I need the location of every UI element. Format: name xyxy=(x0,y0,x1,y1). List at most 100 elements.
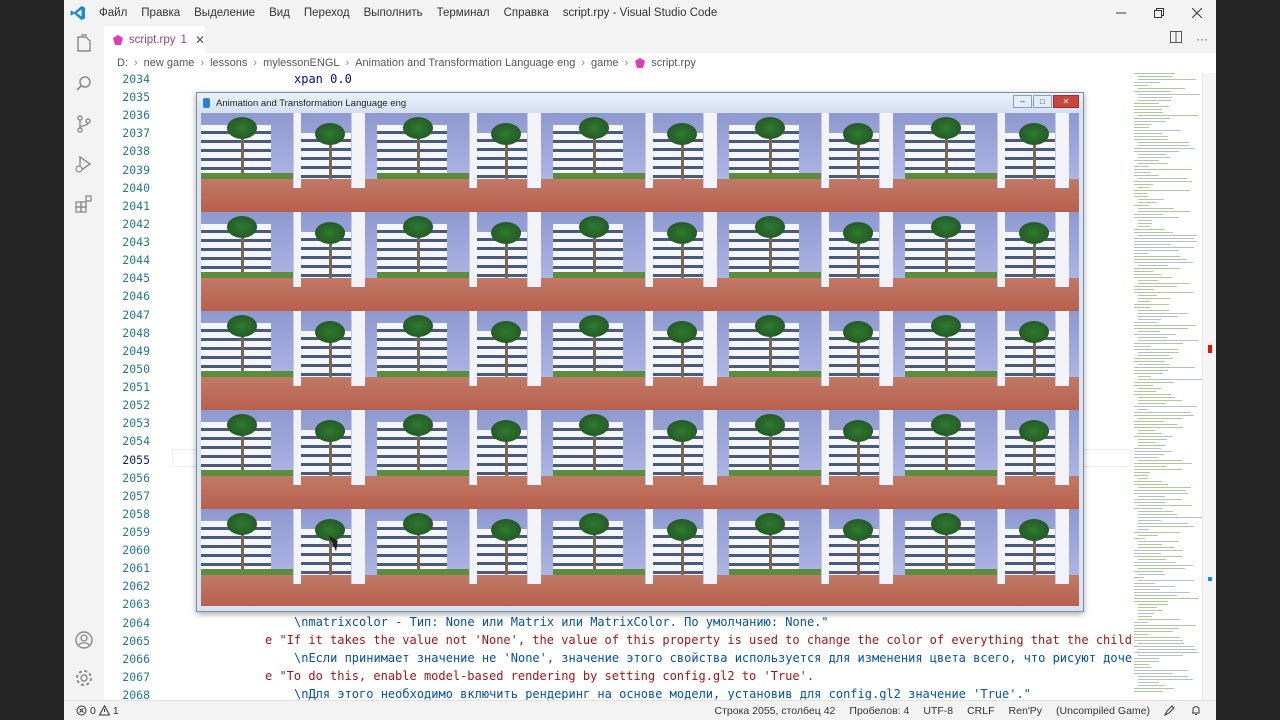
minimap-line xyxy=(1134,490,1187,491)
background-tile xyxy=(377,509,553,606)
menu-file[interactable]: Файл xyxy=(92,0,134,26)
language-mode[interactable]: Ren'Py xyxy=(1009,705,1043,717)
menu-help[interactable]: Справка xyxy=(497,0,556,26)
line-number: 2046 xyxy=(122,289,150,304)
minimap-line xyxy=(1138,202,1158,203)
menu-terminal[interactable]: Терминал xyxy=(430,0,497,26)
line-number: 2041 xyxy=(122,198,150,213)
minimap-line xyxy=(1134,664,1150,665)
chevron-right-icon: › xyxy=(624,57,629,69)
background-tile xyxy=(905,212,1079,311)
minimap-line xyxy=(1134,106,1169,107)
source-control-icon[interactable] xyxy=(72,112,96,136)
minimap-line xyxy=(1134,286,1177,287)
line-number: 2055 xyxy=(122,452,150,467)
minimap-line xyxy=(1138,331,1160,332)
menu-selection[interactable]: Выделение xyxy=(187,0,262,26)
breadcrumb-item[interactable]: D: xyxy=(117,57,128,69)
minimap-line xyxy=(1134,151,1180,152)
explorer-icon[interactable] xyxy=(72,32,96,56)
run-debug-icon[interactable] xyxy=(72,152,96,176)
minimap-line xyxy=(1134,247,1195,248)
more-actions-icon[interactable]: ··· xyxy=(1196,26,1208,53)
minimap-line xyxy=(1134,424,1177,425)
split-editor-icon[interactable] xyxy=(1170,26,1182,53)
game-close-button[interactable]: ✕ xyxy=(1053,95,1079,108)
game-maximize-button[interactable]: □ xyxy=(1033,95,1052,108)
breadcrumb-item[interactable]: script.rpy xyxy=(651,57,696,69)
notifications-icon[interactable] xyxy=(1190,704,1202,719)
minimap-line xyxy=(1138,559,1166,560)
minimap-line xyxy=(1138,310,1170,311)
close-button[interactable] xyxy=(1178,0,1216,26)
error-marker xyxy=(1208,345,1212,353)
minimap-line xyxy=(1138,163,1168,164)
breadcrumb-item[interactable]: lessons xyxy=(210,57,247,69)
letterbox-left xyxy=(0,0,64,720)
minimap-line xyxy=(1138,418,1182,419)
breadcrumb-item[interactable]: new game xyxy=(144,57,195,69)
indentation[interactable]: Пробелов: 4 xyxy=(849,705,909,717)
line-number: 2040 xyxy=(122,180,150,195)
menu-run[interactable]: Выполнить xyxy=(357,0,430,26)
minimap-line xyxy=(1134,268,1181,269)
breadcrumb-item[interactable]: mylessonENGL xyxy=(263,57,339,69)
problems-indicator[interactable]: 0 1 xyxy=(64,705,119,717)
encoding[interactable]: UTF-8 xyxy=(923,705,953,717)
minimap-line xyxy=(1138,544,1162,545)
minimap-line xyxy=(1138,157,1170,158)
minimap-line xyxy=(1134,232,1174,233)
code-line-2068[interactable]: \nДля этого необходимо включить рендерин… xyxy=(294,685,1031,700)
background-tile xyxy=(201,410,377,509)
code-line-2066[interactable]: \nЕсли принимает значение не 'None', зна… xyxy=(294,649,1132,667)
feedback-icon[interactable] xyxy=(1163,704,1176,719)
extensions-icon[interactable] xyxy=(72,192,96,216)
gear-icon[interactable] xyxy=(72,666,96,690)
line-number: 2035 xyxy=(122,90,150,105)
minimap-line xyxy=(1138,313,1189,314)
close-icon[interactable]: ✕ xyxy=(195,33,205,47)
breadcrumb-item[interactable]: game xyxy=(591,57,619,69)
line-number: 2036 xyxy=(122,108,150,123)
minimap-line xyxy=(1134,91,1171,92)
game-minimize-button[interactable]: – xyxy=(1013,95,1032,108)
minimize-button[interactable] xyxy=(1102,0,1140,26)
code-line-2034[interactable]: xpan 0.0 xyxy=(294,73,352,88)
cursor-position[interactable]: Строка 2055, столбец 42 xyxy=(715,705,836,717)
code-line-2065[interactable]: e "If it takes the value not 'None', the… xyxy=(265,631,1132,649)
game-title-bar[interactable]: Animation and Transformation Language en… xyxy=(197,93,1083,113)
line-number: 2050 xyxy=(122,361,150,376)
minimap-line xyxy=(1134,691,1164,692)
line-number: 2051 xyxy=(122,380,150,395)
minimap-line xyxy=(1134,658,1159,659)
minimap-line xyxy=(1134,322,1157,323)
minimap-line xyxy=(1138,340,1199,341)
menu-edit[interactable]: Правка xyxy=(134,0,187,26)
minimap-line xyxy=(1134,127,1149,128)
minimap[interactable] xyxy=(1132,73,1202,700)
code-line-2064[interactable]: \nmatrixcolor - Тип: None или Matrix или… xyxy=(294,613,829,631)
minimap-line xyxy=(1134,373,1163,374)
vertical-scrollbar[interactable] xyxy=(1202,73,1216,700)
background-tile xyxy=(201,311,377,410)
minimap-line xyxy=(1134,415,1195,416)
menu-view[interactable]: Вид xyxy=(262,0,297,26)
search-icon[interactable] xyxy=(72,72,96,96)
line-number: 2045 xyxy=(122,271,150,286)
tab-script-rpy[interactable]: script.rpy 1 ✕ xyxy=(104,26,205,53)
line-ending[interactable]: CRLF xyxy=(967,705,994,717)
restore-button[interactable] xyxy=(1140,0,1178,26)
minimap-line xyxy=(1138,76,1173,77)
minimap-line xyxy=(1138,442,1157,443)
minimap-line xyxy=(1134,175,1159,176)
menu-go[interactable]: Переход xyxy=(297,0,357,26)
game-status[interactable]: (Uncompiled Game) xyxy=(1056,705,1150,717)
minimap-line xyxy=(1134,358,1173,359)
minimap-line xyxy=(1134,637,1181,638)
minimap-line xyxy=(1134,262,1193,263)
code-line-2067[interactable]: e "To do this, enable model-based render… xyxy=(265,667,814,685)
minimap-line xyxy=(1134,139,1169,140)
account-icon[interactable] xyxy=(72,628,96,652)
minimap-line xyxy=(1138,142,1189,143)
breadcrumb-item[interactable]: Animation and Transformation Language en… xyxy=(355,57,575,69)
